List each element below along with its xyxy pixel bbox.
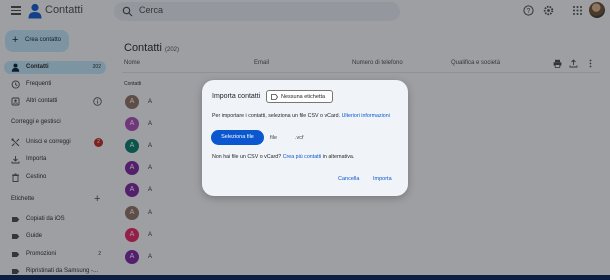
label-select-button[interactable]: Nessuna etichetta (266, 90, 333, 103)
select-file-button[interactable]: Seleziona file (211, 130, 264, 145)
file-extension: .vcf (295, 135, 304, 141)
dialog-description: Per importare i contatti, seleziona un f… (212, 113, 390, 119)
file-status: file (270, 135, 278, 141)
dialog-alternative: Non hai file un CSV o vCard? Crea più co… (212, 154, 354, 160)
select-file-label: Seleziona file (221, 134, 254, 140)
dialog-title: Importa contatti (212, 93, 261, 100)
import-button[interactable]: Importa (373, 176, 392, 182)
label-outline-icon (271, 94, 278, 100)
create-multiple-link[interactable]: Crea più contatti (283, 154, 322, 160)
alt-suffix: in alternativa. (322, 154, 355, 160)
description-text: Per importare i contatti, seleziona un f… (212, 113, 341, 119)
cancel-button[interactable]: Cancella (338, 176, 359, 182)
import-contacts-dialog: Importa contatti Nessuna etichetta Per i… (202, 80, 408, 196)
os-taskbar (0, 275, 610, 280)
alt-text: Non hai file un CSV o vCard? (212, 154, 282, 160)
learn-more-link[interactable]: Ulteriori informazioni (342, 113, 390, 119)
label-select-text: Nessuna etichetta (281, 94, 326, 100)
